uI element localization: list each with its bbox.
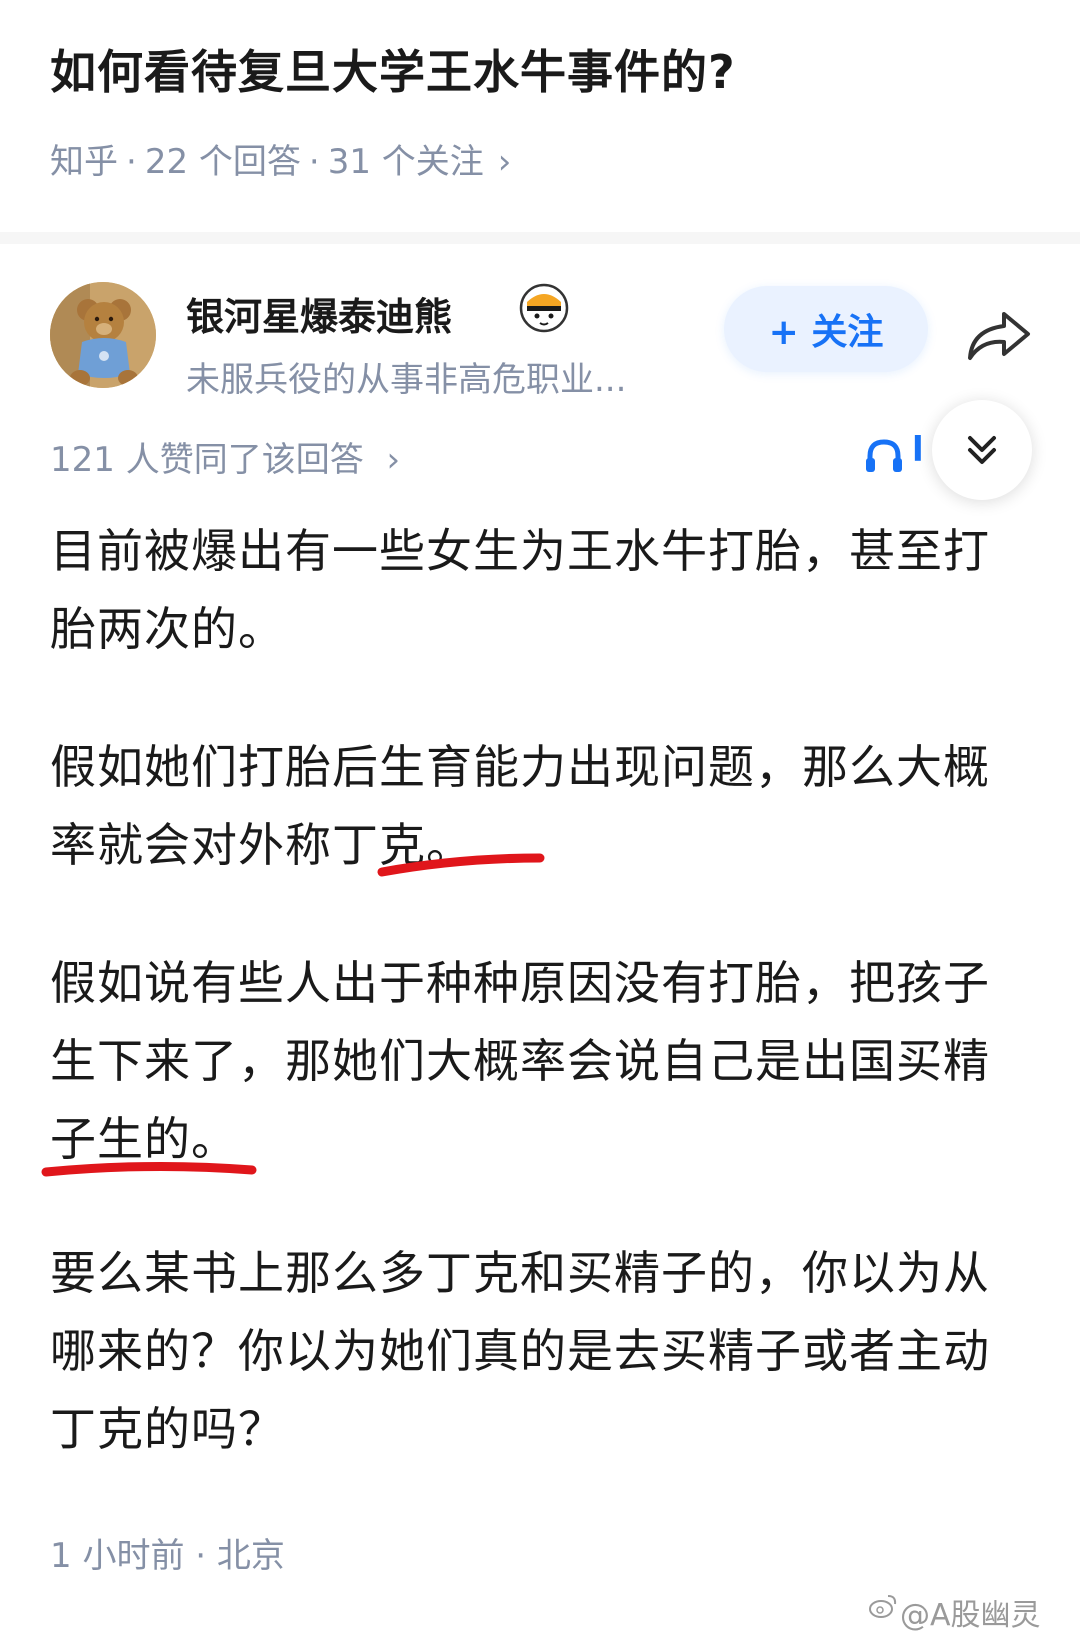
watermark: @A股幽灵 [900,1598,1041,1633]
question-title[interactable]: 如何看待复旦大学王水牛事件的? [50,36,736,102]
meta-separator: · [308,142,320,182]
answer-paragraph: 目前被爆出有一些女生为王水牛打胎，甚至打胎两次的。 [50,524,990,656]
post-time-location: 1 小时前 · 北京 [50,1536,285,1576]
author-name[interactable]: 银河星爆泰迪熊 [186,286,452,341]
teddy-bear-avatar-image [50,282,156,388]
vote-count-label: 121 人赞同了该回答 [50,440,364,480]
section-divider [0,232,1080,244]
chevron-right-icon: › [497,142,512,182]
question-header: 如何看待复旦大学王水牛事件的? 知乎 · 22 个回答 · 31 个关注 › [0,0,1080,232]
avatar[interactable] [50,282,156,388]
audio-label-partial: l [912,430,924,470]
follow-button[interactable]: + 关注 [724,286,928,372]
author-bar: 银河星爆泰迪熊 未服兵役的从事非高危职业... + 关注 [0,244,1080,414]
collapse-button[interactable] [932,400,1032,500]
double-chevron-down-icon [968,436,996,464]
answer-count: 22 个回答 [144,142,301,182]
answer-paragraph: 假如说有些人出于种种原因没有打胎，把孩子生下来了，那她们大概率会说自己是出国买精… [50,956,990,1166]
vote-summary[interactable]: 121 人赞同了该回答 › [50,432,400,481]
weibo-icon [869,1595,897,1618]
question-meta[interactable]: 知乎 · 22 个回答 · 31 个关注 › [50,134,511,183]
verified-badge-icon [519,283,569,333]
meta-separator: · [126,142,137,182]
author-bio: 未服兵役的从事非高危职业... [186,360,627,400]
chevron-right-icon: › [386,440,401,480]
follower-count: 31 个关注 [327,142,484,182]
source-label: 知乎 [50,142,118,182]
headphone-icon[interactable] [864,436,904,474]
share-icon[interactable] [964,308,1034,364]
answer-paragraph: 要么某书上那么多丁克和买精子的，你以为从哪来的？你以为她们真的是去买精子或者主动… [50,1246,990,1456]
answer-paragraph: 假如她们打胎后生育能力出现问题，那么大概率就会对外称丁克。 [50,740,990,872]
